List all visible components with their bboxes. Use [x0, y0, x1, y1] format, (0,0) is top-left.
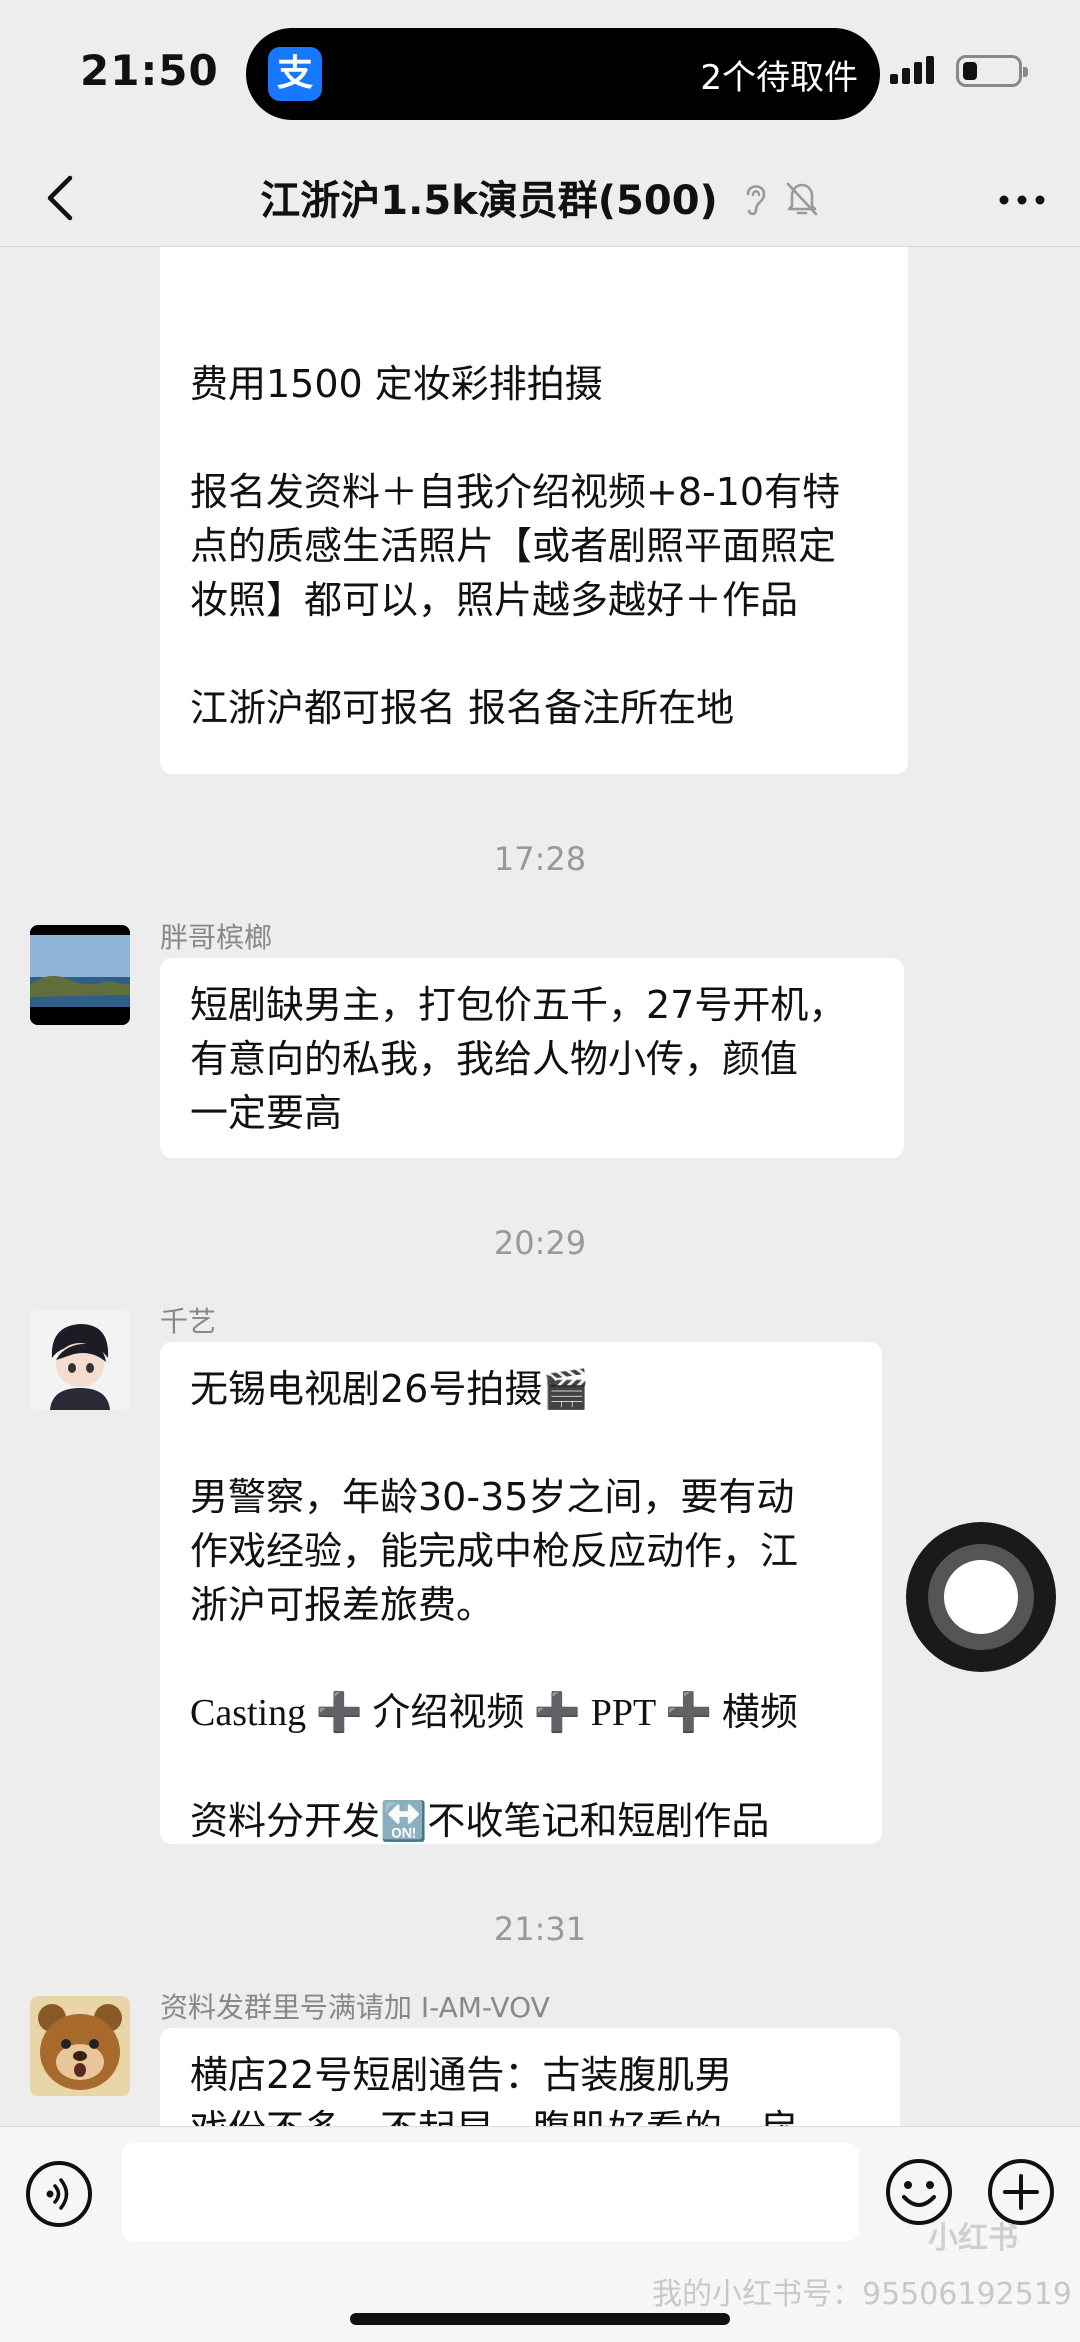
more-dots-icon — [999, 195, 1045, 205]
message-timestamp: 20:29 — [493, 1224, 587, 1262]
message-text: 短剧缺男主，打包价五千，27号开机， 有意向的私我，我给人物小传，颜值 一定要高 — [190, 983, 847, 1135]
chat-header: 江浙沪1.5k演员群(500) — [0, 150, 1080, 247]
watermark-text: 我的小红书号：9550619251​9 — [652, 2277, 1072, 2312]
message-input[interactable] — [122, 2143, 858, 2241]
message-text: 横店22号短剧通告：古装腹肌男 戏份不多，不起早，腹肌好看的，戾 — [190, 2053, 798, 2126]
message-bubble[interactable]: 无锡电视剧26号拍摄🎬 男警察，年龄30-35岁之间，要有动 作戏经验，能完成中… — [160, 1342, 882, 1844]
message-text: 无锡电视剧26号拍摄🎬 男警察，年龄30-35岁之间，要有动 作戏经验，能完成中… — [190, 1367, 799, 1843]
assistive-core — [944, 1560, 1018, 1634]
home-indicator[interactable] — [350, 2313, 730, 2325]
clock: 21:50 — [80, 46, 219, 95]
landscape-avatar-image — [30, 925, 130, 1025]
avatar[interactable] — [30, 925, 130, 1025]
alipay-icon: 支 — [268, 47, 322, 101]
pickup-status: 2个待取件 — [700, 58, 858, 98]
title-icons — [742, 178, 820, 228]
mute-bell-icon — [786, 182, 818, 216]
cartoon-boy-avatar-image — [30, 1310, 130, 1410]
avatar[interactable] — [30, 1310, 130, 1410]
bear-avatar-image — [30, 1996, 130, 2096]
sender-name: 资料发群里号满请加 I-AM-VOV — [160, 1991, 550, 2024]
message-timestamp: 21:31 — [493, 1910, 587, 1948]
assistive-touch-button[interactable] — [906, 1522, 1056, 1672]
input-bar: 小红书 我的小红书号：9550619251​9 — [0, 2126, 1080, 2342]
status-bar: 21:50 支 2个待取件 — [0, 0, 1080, 150]
voice-button[interactable] — [26, 2161, 92, 2227]
sender-name: 千艺 — [160, 1305, 217, 1338]
battery-icon — [956, 55, 1028, 87]
message-bubble[interactable]: 横店22号短剧通告：古装腹肌男 戏份不多，不起早，腹肌好看的，戾 — [160, 2028, 900, 2126]
avatar[interactable] — [30, 1996, 130, 2096]
ear-icon — [746, 185, 766, 216]
chat-title: 江浙沪1.5k演员群(500) — [260, 178, 718, 224]
signal-icon — [890, 56, 938, 84]
message-text: 费用1500 定妆彩排拍摄 报名发资料＋自我介绍视频+8-10有特 点的质感生活… — [190, 362, 841, 730]
more-button[interactable] — [994, 180, 1050, 220]
dynamic-island[interactable]: 支 2个待取件 — [246, 28, 880, 120]
sender-name: 胖哥槟榔 — [160, 921, 273, 954]
message-bubble[interactable]: 短剧缺男主，打包价五千，27号开机， 有意向的私我，我给人物小传，颜值 一定要高 — [160, 958, 904, 1158]
xiaohongshu-logo: 小红书 — [928, 2221, 1018, 2256]
message-timestamp: 17:28 — [493, 840, 587, 878]
message-bubble[interactable]: 费用1500 定妆彩排拍摄 报名发资料＋自我介绍视频+8-10有特 点的质感生活… — [160, 247, 908, 774]
voice-icon — [46, 2178, 69, 2210]
chat-title-wrap: 江浙沪1.5k演员群(500) — [0, 168, 1080, 228]
